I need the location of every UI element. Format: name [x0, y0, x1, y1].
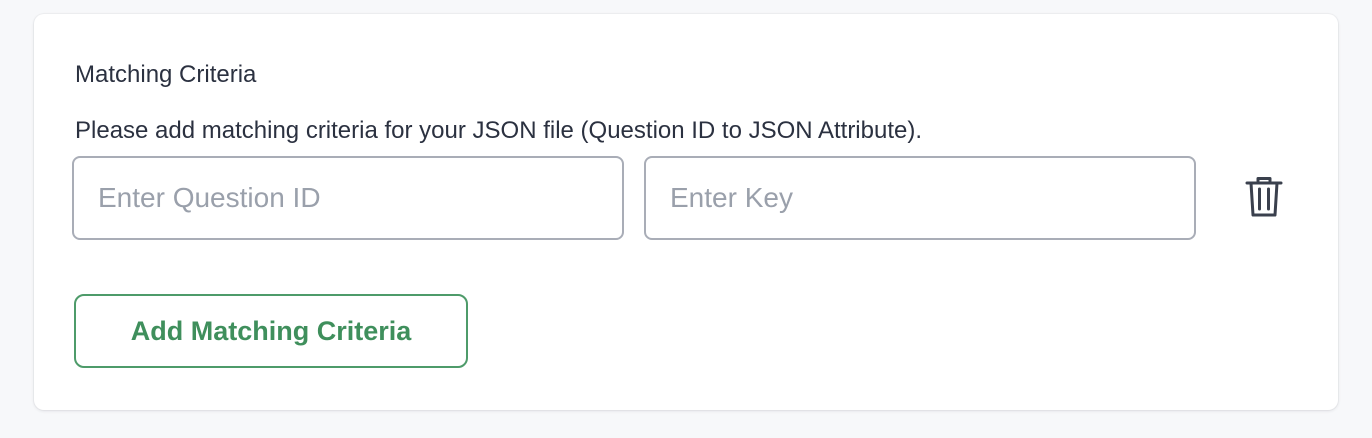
question-id-input[interactable]: [72, 156, 624, 240]
trash-icon: [1244, 175, 1284, 222]
criteria-row: [72, 156, 1292, 240]
delete-row-button[interactable]: [1239, 173, 1289, 223]
section-description: Please add matching criteria for your JS…: [75, 117, 923, 144]
add-matching-criteria-button[interactable]: Add Matching Criteria: [74, 294, 468, 368]
section-title: Matching Criteria: [75, 61, 257, 88]
matching-criteria-card: Matching Criteria Please add matching cr…: [34, 14, 1338, 410]
key-input[interactable]: [644, 156, 1196, 240]
